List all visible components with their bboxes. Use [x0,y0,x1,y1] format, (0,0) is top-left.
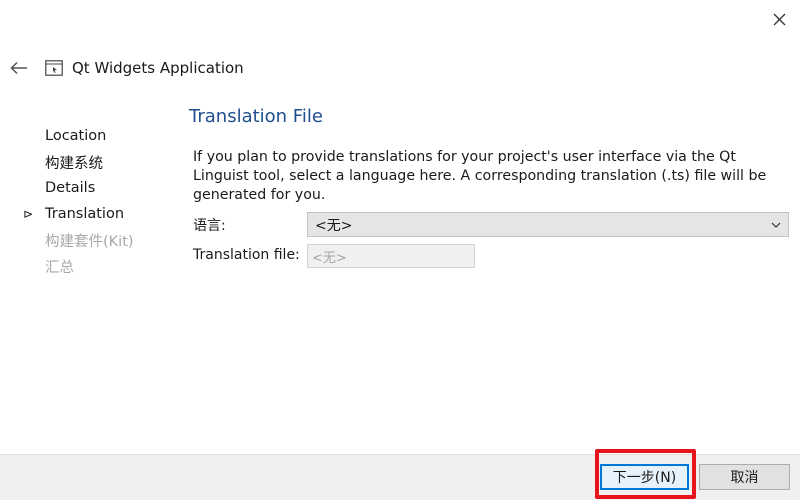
step-label: 汇总 [45,259,74,276]
page-description: If you plan to provide translations for … [193,149,767,203]
step-label: Location [45,128,107,144]
chevron-down-icon [771,222,781,228]
current-step-marker-icon: ⊳ [23,207,34,221]
step-location: Location [22,123,182,149]
step-label: Details [45,180,96,196]
step-translation: ⊳ Translation [22,201,182,227]
step-kits: 构建套件(Kit) [22,227,182,253]
app-window-icon [45,60,63,76]
language-select-value: <无> [315,217,353,234]
step-details: Details [22,175,182,201]
page-title: Translation File [189,106,323,127]
wizard-header: Qt Widgets Application [8,55,244,81]
wizard-steps-sidebar: Location 构建系统 Details ⊳ Translation 构建套件(… [22,123,182,279]
language-select[interactable]: <无> [307,212,789,237]
step-label: 构建系统 [45,155,103,172]
step-label: 构建套件(Kit) [45,233,134,250]
translation-file-value: <无> [312,250,347,266]
step-build-system: 构建系统 [22,149,182,175]
next-button[interactable]: 下一步(N) [600,464,689,490]
step-summary: 汇总 [22,253,182,279]
close-icon [773,13,785,25]
wizard-title: Qt Widgets Application [72,59,244,77]
close-button[interactable] [764,6,794,32]
translation-file-label: Translation file: [193,247,300,263]
translation-file-field[interactable]: <无> [307,244,475,268]
back-button[interactable] [8,57,30,79]
cancel-button[interactable]: 取消 [699,464,790,490]
step-label: Translation [45,206,125,222]
back-arrow-icon [10,61,27,75]
language-label: 语言: [193,218,226,234]
